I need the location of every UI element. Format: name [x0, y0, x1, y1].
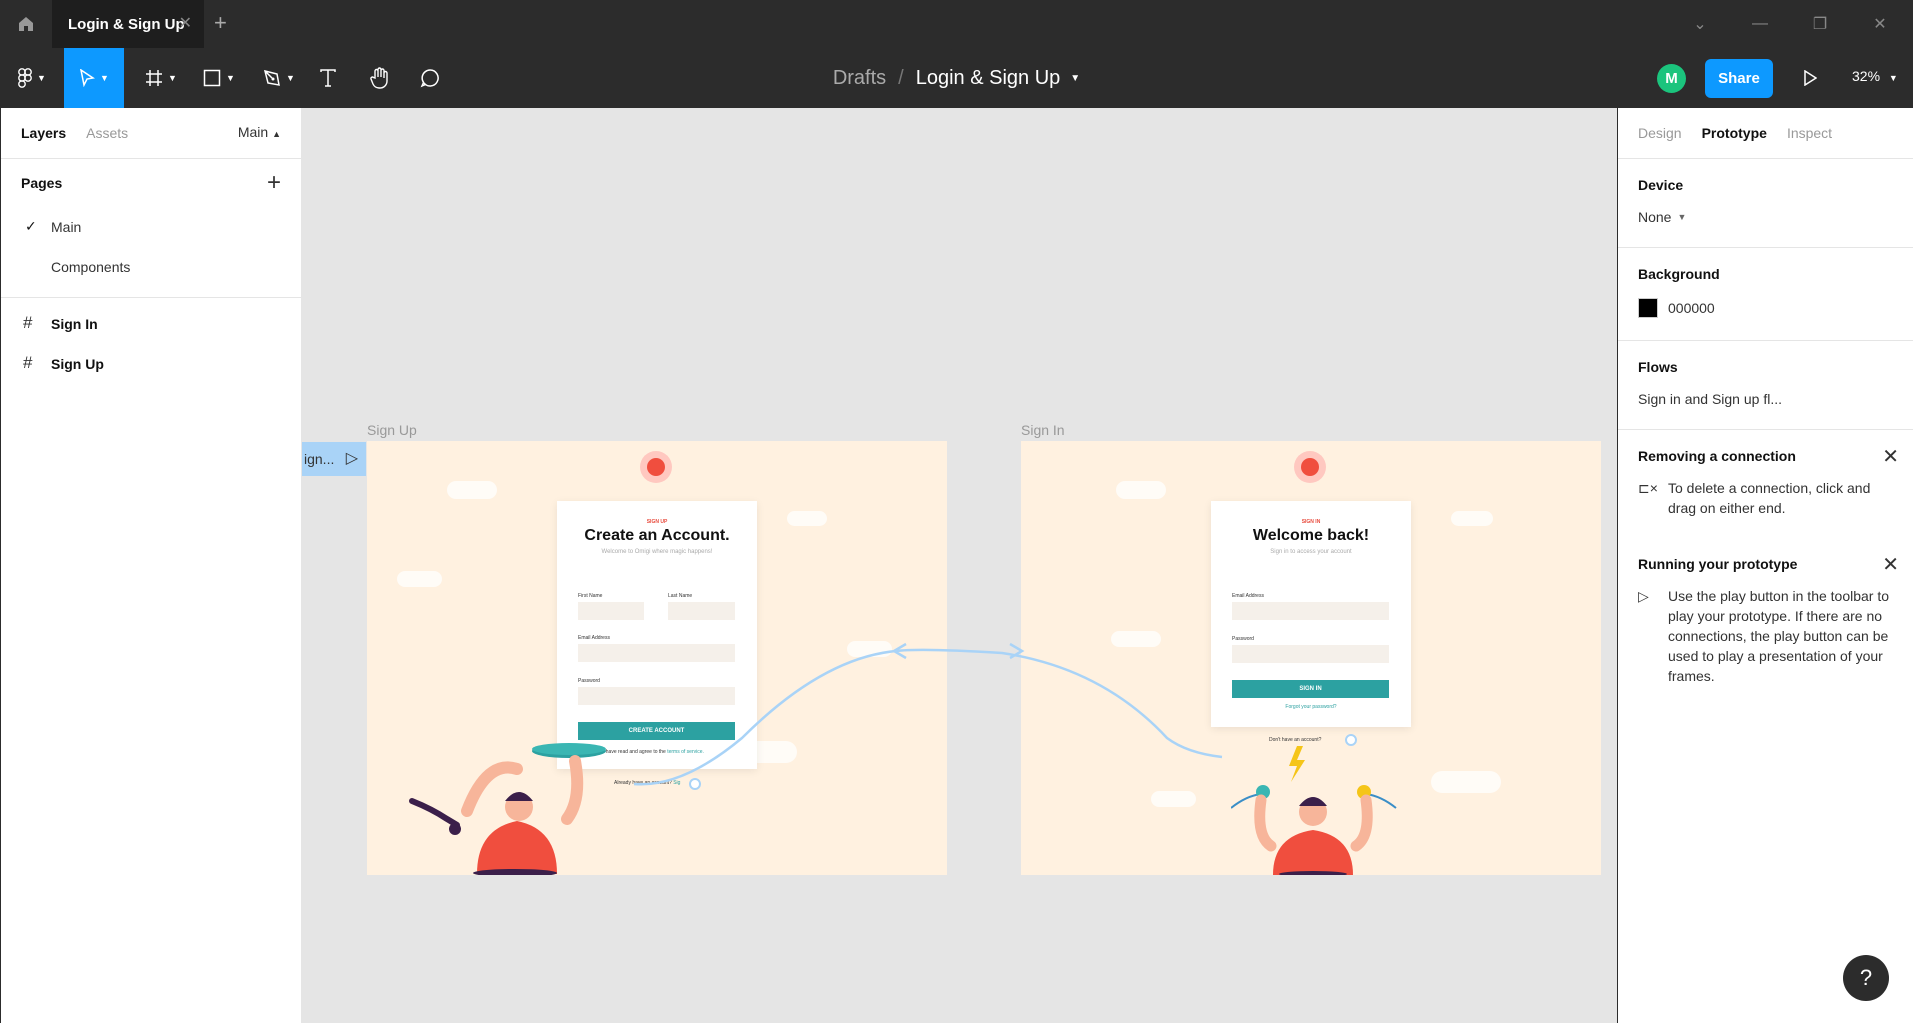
- device-select[interactable]: None ▼: [1638, 209, 1893, 247]
- shape-tool[interactable]: ▼: [196, 48, 242, 108]
- home-button[interactable]: [0, 0, 52, 48]
- figma-logo-icon: [18, 68, 32, 88]
- text-icon: [320, 69, 336, 87]
- rectangle-icon: [203, 69, 221, 87]
- move-tool[interactable]: ▼: [64, 48, 124, 108]
- right-panel-tabs: Design Prototype Inspect: [1618, 108, 1913, 159]
- page-item-label: Components: [51, 259, 131, 275]
- minimize-button[interactable]: —: [1730, 0, 1790, 48]
- add-page-icon[interactable]: +: [267, 169, 281, 197]
- device-section: Device None ▼: [1618, 159, 1913, 248]
- present-button[interactable]: [1795, 62, 1825, 94]
- share-button[interactable]: Share: [1705, 59, 1773, 98]
- avatar[interactable]: M: [1657, 64, 1686, 93]
- right-panel: Design Prototype Inspect Device None ▼ B…: [1617, 108, 1913, 1023]
- chevron-down-icon: ▼: [1677, 212, 1687, 222]
- tip-body: To delete a connection, click and drag o…: [1668, 480, 1871, 516]
- page-item-components[interactable]: Components: [1, 247, 301, 287]
- chevron-down-icon: ▼: [1888, 73, 1898, 83]
- tip-title: Running your prototype: [1638, 556, 1798, 572]
- pages-heading: Pages: [21, 175, 63, 191]
- title-bar: Login & Sign Up ✕ + ⌄ — ❐ ✕: [0, 0, 1913, 48]
- color-swatch[interactable]: [1638, 298, 1658, 318]
- tip-body: Use the play button in the toolbar to pl…: [1668, 588, 1890, 684]
- tab-prototype[interactable]: Prototype: [1702, 125, 1767, 141]
- hand-icon: [370, 67, 388, 89]
- background-color[interactable]: 000000: [1638, 298, 1893, 340]
- comment-icon: [420, 69, 439, 88]
- flow-name: Sign in and Sign up fl...: [1638, 391, 1782, 407]
- cursor-icon: [80, 69, 96, 87]
- file-name[interactable]: Login & Sign Up: [916, 67, 1061, 90]
- comment-tool[interactable]: [414, 48, 446, 108]
- tab-assets[interactable]: Assets: [86, 125, 128, 141]
- tab-design[interactable]: Design: [1638, 125, 1682, 141]
- page-item-main[interactable]: ✓ Main: [1, 207, 301, 247]
- file-tab[interactable]: Login & Sign Up ✕: [52, 0, 204, 48]
- canvas[interactable]: ign... ▷ Sign Up SIGN UP Create an Accou…: [302, 108, 1617, 1023]
- layer-item-sign-in[interactable]: # Sign In: [1, 304, 301, 344]
- tab-layers[interactable]: Layers: [21, 125, 66, 141]
- help-button[interactable]: ?: [1843, 955, 1889, 1001]
- chevron-down-icon[interactable]: ▼: [1070, 73, 1080, 84]
- toolbar: ▼ ▼ ▼ ▼ ▼ Drafts / Login & Sign Up ▼ M S…: [0, 48, 1913, 108]
- breadcrumb-drafts[interactable]: Drafts: [833, 67, 886, 90]
- frame-tool[interactable]: ▼: [138, 48, 184, 108]
- play-icon: [1804, 70, 1817, 86]
- main-menu-button[interactable]: ▼: [10, 48, 54, 108]
- tip-removing-connection: Removing a connection ✕ ⊏× To delete a c…: [1618, 430, 1913, 538]
- background-value[interactable]: 000000: [1668, 300, 1715, 316]
- flow-item[interactable]: Sign in and Sign up fl...: [1638, 391, 1893, 429]
- flows-section: Flows Sign in and Sign up fl...: [1618, 341, 1913, 430]
- pen-tool[interactable]: ▼: [256, 48, 302, 108]
- chevron-down-icon[interactable]: ⌄: [1670, 0, 1730, 48]
- pen-icon: [264, 69, 280, 86]
- page-selector[interactable]: Main ▲: [238, 124, 281, 140]
- device-value: None: [1638, 209, 1672, 225]
- prototype-connection[interactable]: [302, 108, 1617, 1023]
- play-icon: ▷: [1638, 588, 1649, 604]
- frame-icon: #: [23, 313, 33, 332]
- layer-item-sign-up[interactable]: # Sign Up: [1, 344, 301, 384]
- home-icon: [19, 17, 33, 31]
- pages-header: Pages +: [1, 159, 301, 207]
- zoom-control[interactable]: 32% ▼: [1852, 68, 1898, 84]
- layer-item-label: Sign In: [51, 316, 98, 332]
- background-heading: Background: [1638, 266, 1720, 282]
- close-window-button[interactable]: ✕: [1850, 0, 1910, 48]
- left-panel-tabs: Layers Assets Main ▲: [1, 108, 301, 159]
- frame-icon: [146, 70, 163, 86]
- close-icon[interactable]: ✕: [1882, 552, 1899, 577]
- left-panel: Layers Assets Main ▲ Pages + ✓ Main Comp…: [0, 108, 302, 1023]
- restore-button[interactable]: ❐: [1790, 0, 1850, 48]
- page-selector-label: Main: [237, 124, 269, 140]
- breadcrumb-separator: /: [898, 66, 904, 89]
- device-heading: Device: [1638, 177, 1684, 193]
- zoom-value: 32%: [1852, 68, 1881, 84]
- hand-tool[interactable]: [364, 48, 396, 108]
- flows-heading: Flows: [1638, 359, 1678, 375]
- frame-icon: #: [23, 353, 33, 372]
- tip-running-prototype: Running your prototype ✕ ▷ Use the play …: [1618, 538, 1913, 706]
- layer-item-label: Sign Up: [51, 356, 104, 372]
- close-icon[interactable]: ✕: [1882, 444, 1899, 469]
- text-tool[interactable]: [312, 48, 344, 108]
- background-section: Background 000000: [1618, 248, 1913, 341]
- check-icon: ✓: [25, 218, 37, 234]
- chevron-up-icon: ▲: [272, 129, 281, 139]
- tip-title: Removing a connection: [1638, 448, 1796, 464]
- disconnect-icon: ⊏×: [1638, 480, 1658, 496]
- tab-inspect[interactable]: Inspect: [1787, 125, 1832, 141]
- new-tab-button[interactable]: +: [214, 10, 227, 36]
- file-tab-label: Login & Sign Up: [68, 15, 185, 33]
- close-tab-icon[interactable]: ✕: [179, 13, 192, 33]
- page-item-label: Main: [51, 219, 82, 235]
